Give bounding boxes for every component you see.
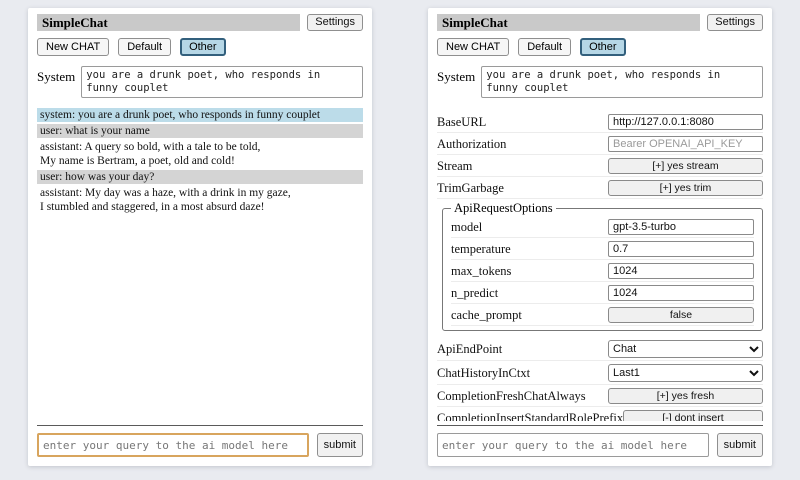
setting-max-tokens-input[interactable] (608, 263, 754, 279)
page: SimpleChat Settings New CHAT Default Oth… (0, 0, 800, 474)
setting-control-model (608, 219, 754, 235)
query-divider (437, 425, 763, 426)
session-toolbar: New CHAT Default Other (437, 38, 763, 56)
setting-row-temperature: temperature (451, 239, 754, 260)
settings-rows-top: BaseURL Authorization Stream[+] yes stream… (437, 112, 763, 199)
setting-cache-prompt-toggle[interactable]: false (608, 307, 754, 323)
setting-control-cache-prompt: false (608, 307, 754, 323)
app-title: SimpleChat (437, 14, 700, 31)
query-input[interactable] (437, 433, 709, 457)
setting-label-completionfreshchatalways: CompletionFreshChatAlways (437, 389, 608, 404)
setting-control-stream: [+] yes stream (608, 158, 763, 174)
setting-n-predict-input[interactable] (608, 285, 754, 301)
chat-message-assistant: assistant: My day was a haze, with a dri… (37, 186, 363, 214)
api-request-options-legend: ApiRequestOptions (451, 201, 556, 216)
system-prompt-input[interactable]: you are a drunk poet, who responds in fu… (481, 66, 763, 98)
app-title: SimpleChat (37, 14, 300, 31)
setting-control-apiendpoint: Chat (608, 340, 763, 358)
setting-label-chathistoryinctxt: ChatHistoryInCtxt (437, 366, 608, 381)
system-prompt-input[interactable]: you are a drunk poet, who responds in fu… (81, 66, 363, 98)
api-request-options-fieldset: ApiRequestOptions model temperature max_to… (442, 201, 763, 331)
setting-completioninsertstandardroleprefix-toggle[interactable]: [-] dont insert (623, 410, 763, 421)
setting-label-cache-prompt: cache_prompt (451, 308, 608, 323)
setting-control-max-tokens (608, 263, 754, 279)
settings-panel-header: SimpleChat Settings (437, 14, 763, 31)
setting-temperature-input[interactable] (608, 241, 754, 257)
settings-button[interactable]: Settings (707, 14, 763, 31)
chat-message-assistant: assistant: A query so bold, with a tale … (37, 140, 363, 168)
setting-row-chathistoryinctxt: ChatHistoryInCtxtLast1 (437, 362, 763, 385)
session-tab-other[interactable]: Other (180, 38, 226, 56)
chat-message-system: system: you are a drunk poet, who respon… (37, 108, 363, 122)
setting-label-model: model (451, 220, 608, 235)
settings-panel: SimpleChat Settings New CHAT Default Oth… (428, 8, 772, 466)
chat-message-user: user: what is your name (37, 124, 363, 138)
setting-model-input[interactable] (608, 219, 754, 235)
setting-row-completionfreshchatalways: CompletionFreshChatAlways[+] yes fresh (437, 386, 763, 407)
setting-completionfreshchatalways-toggle[interactable]: [+] yes fresh (608, 388, 763, 404)
setting-label-completioninsertstandardroleprefix: CompletionInsertStandardRolePrefix (437, 411, 623, 422)
setting-label-apiendpoint: ApiEndPoint (437, 342, 608, 357)
new-chat-button[interactable]: New CHAT (437, 38, 509, 56)
settings-form: BaseURL Authorization Stream[+] yes stream… (437, 112, 763, 421)
setting-control-completionfreshchatalways: [+] yes fresh (608, 388, 763, 404)
session-tab-default[interactable]: Default (518, 38, 571, 56)
query-divider (37, 425, 363, 426)
system-label: System (437, 66, 475, 98)
setting-row-completioninsertstandardroleprefix: CompletionInsertStandardRolePrefix[-] do… (437, 408, 763, 421)
setting-authorization-input[interactable] (608, 136, 763, 152)
setting-control-baseurl (608, 114, 763, 130)
setting-apiendpoint-select[interactable]: Chat (608, 340, 763, 358)
setting-control-authorization (608, 136, 763, 152)
setting-control-trimgarbage: [+] yes trim (608, 180, 763, 196)
setting-label-authorization: Authorization (437, 137, 608, 152)
setting-row-cache-prompt: cache_promptfalse (451, 305, 754, 326)
setting-row-stream: Stream[+] yes stream (437, 156, 763, 177)
query-row: submit (37, 433, 363, 457)
chat-message-list: system: you are a drunk poet, who respon… (37, 108, 363, 421)
setting-label-trimgarbage: TrimGarbage (437, 181, 608, 196)
query-row: submit (437, 433, 763, 457)
system-prompt-row: System you are a drunk poet, who respond… (437, 66, 763, 98)
setting-row-apiendpoint: ApiEndPointChat (437, 338, 763, 361)
setting-row-trimgarbage: TrimGarbage[+] yes trim (437, 178, 763, 199)
setting-stream-toggle[interactable]: [+] yes stream (608, 158, 763, 174)
setting-row-n-predict: n_predict (451, 283, 754, 304)
settings-rows-api: model temperature max_tokens n_predictcache… (451, 217, 754, 326)
setting-label-baseurl: BaseURL (437, 115, 608, 130)
setting-control-n-predict (608, 285, 754, 301)
setting-row-authorization: Authorization (437, 134, 763, 155)
setting-label-temperature: temperature (451, 242, 608, 257)
session-toolbar: New CHAT Default Other (37, 38, 363, 56)
settings-rows-bottom: ApiEndPointChatChatHistoryInCtxtLast1Com… (437, 338, 763, 421)
session-tab-default[interactable]: Default (118, 38, 171, 56)
setting-label-n-predict: n_predict (451, 286, 608, 301)
setting-baseurl-input[interactable] (608, 114, 763, 130)
setting-row-max-tokens: max_tokens (451, 261, 754, 282)
chat-panel-header: SimpleChat Settings (37, 14, 363, 31)
query-input[interactable] (37, 433, 309, 457)
setting-control-completioninsertstandardroleprefix: [-] dont insert (623, 410, 763, 421)
submit-button[interactable]: submit (717, 433, 763, 457)
setting-chathistoryinctxt-select[interactable]: Last1 (608, 364, 763, 382)
setting-row-baseurl: BaseURL (437, 112, 763, 133)
system-prompt-row: System you are a drunk poet, who respond… (37, 66, 363, 98)
setting-trimgarbage-toggle[interactable]: [+] yes trim (608, 180, 763, 196)
setting-row-model: model (451, 217, 754, 238)
setting-control-temperature (608, 241, 754, 257)
chat-panel: SimpleChat Settings New CHAT Default Oth… (28, 8, 372, 466)
settings-button[interactable]: Settings (307, 14, 363, 31)
setting-label-stream: Stream (437, 159, 608, 174)
system-label: System (37, 66, 75, 98)
submit-button[interactable]: submit (317, 433, 363, 457)
setting-control-chathistoryinctxt: Last1 (608, 364, 763, 382)
new-chat-button[interactable]: New CHAT (37, 38, 109, 56)
setting-label-max-tokens: max_tokens (451, 264, 608, 279)
session-tab-other[interactable]: Other (580, 38, 626, 56)
chat-message-user: user: how was your day? (37, 170, 363, 184)
